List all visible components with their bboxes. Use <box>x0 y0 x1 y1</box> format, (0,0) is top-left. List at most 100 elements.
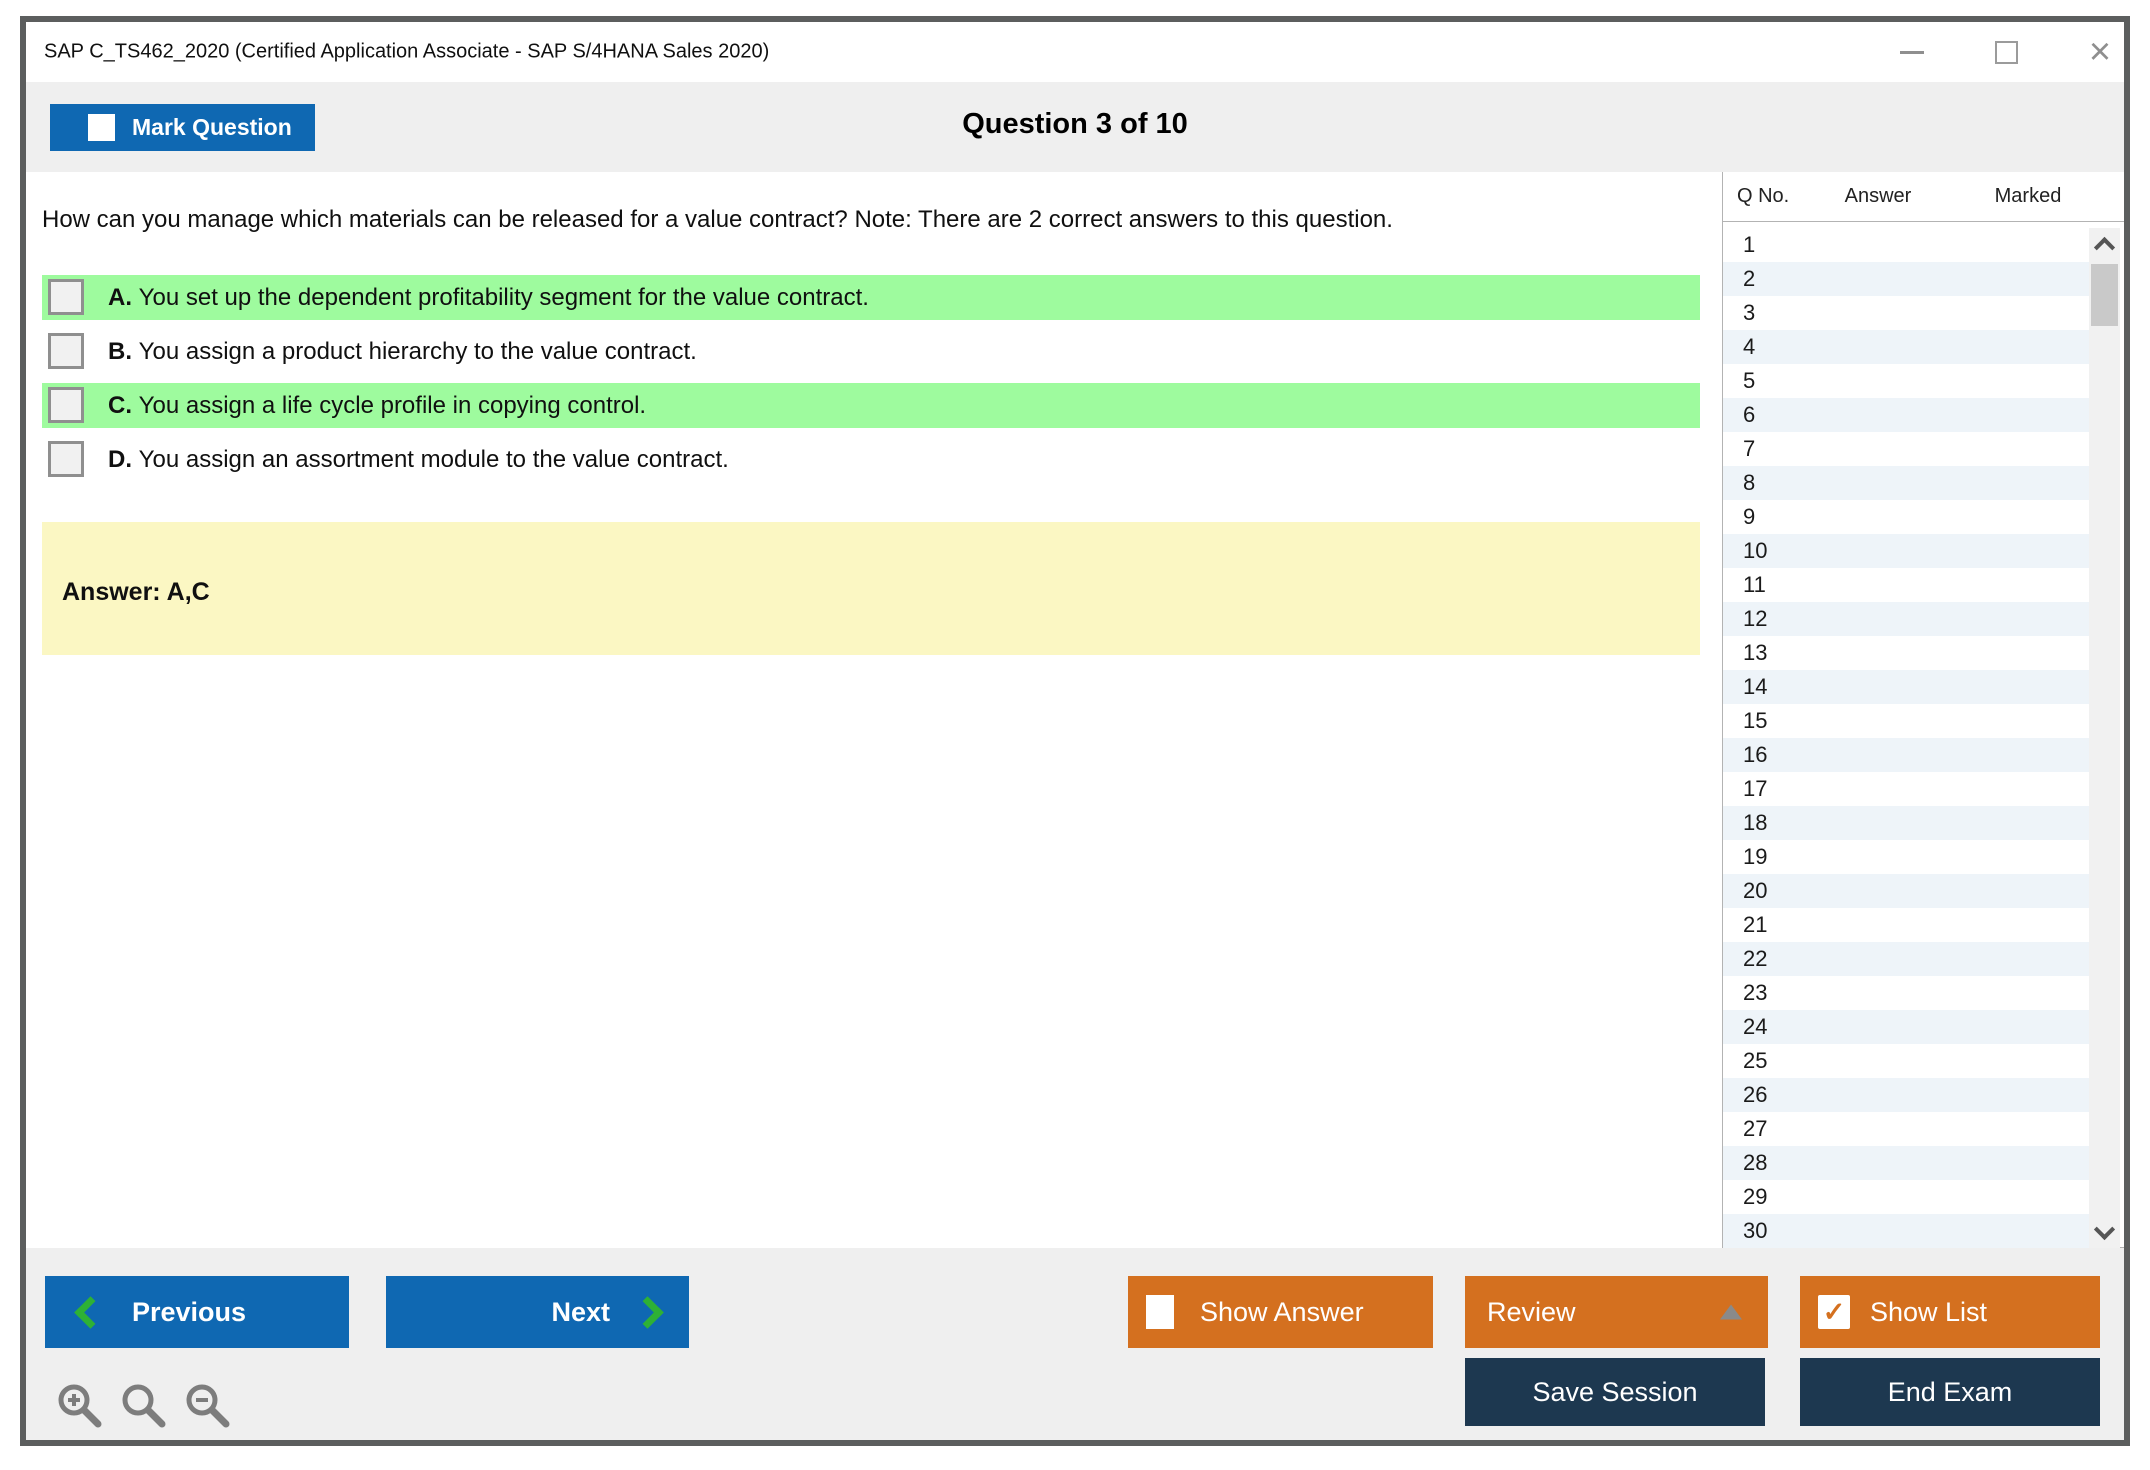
question-list-row[interactable]: 10 <box>1723 534 2089 568</box>
question-list-row[interactable]: 5 <box>1723 364 2089 398</box>
next-label: Next <box>551 1297 610 1328</box>
option-text: A. You set up the dependent profitabilit… <box>108 284 869 312</box>
option-letter: C. <box>108 392 139 419</box>
minimize-button[interactable] <box>1894 30 1930 74</box>
window-controls: × <box>1894 22 2118 82</box>
question-list-row[interactable]: 22 <box>1723 942 2089 976</box>
question-list-row[interactable]: 8 <box>1723 466 2089 500</box>
question-list-header: Q No. Answer Marked <box>1723 172 2124 222</box>
search-icon[interactable] <box>120 1382 168 1430</box>
question-list-row[interactable]: 19 <box>1723 840 2089 874</box>
question-list-row[interactable]: 12 <box>1723 602 2089 636</box>
next-button[interactable]: Next <box>386 1276 689 1348</box>
option-letter: A. <box>108 284 139 311</box>
option-checkbox[interactable] <box>48 441 84 477</box>
option-checkbox[interactable] <box>48 279 84 315</box>
chevron-up-icon <box>2094 236 2115 257</box>
option-row[interactable]: D. You assign an assortment module to th… <box>42 437 1700 482</box>
option-text: C. You assign a life cycle profile in co… <box>108 392 646 420</box>
check-icon: ✓ <box>1823 1297 1846 1328</box>
question-list-row[interactable]: 28 <box>1723 1146 2089 1180</box>
option-text: B. You assign a product hierarchy to the… <box>108 338 697 366</box>
question-list-row[interactable]: 17 <box>1723 772 2089 806</box>
previous-button[interactable]: Previous <box>45 1276 349 1348</box>
question-list-row[interactable]: 4 <box>1723 330 2089 364</box>
previous-label: Previous <box>132 1297 246 1328</box>
option-row[interactable]: B. You assign a product hierarchy to the… <box>42 329 1700 374</box>
review-label: Review <box>1487 1297 1576 1328</box>
zoom-controls <box>56 1382 232 1430</box>
mark-question-label: Mark Question <box>132 114 292 141</box>
option-letter: B. <box>108 338 139 365</box>
question-list-row[interactable]: 21 <box>1723 908 2089 942</box>
answer-box: Answer: A,C <box>42 522 1700 655</box>
option-checkbox[interactable] <box>48 387 84 423</box>
question-list-row[interactable]: 11 <box>1723 568 2089 602</box>
question-list-row[interactable]: 1 <box>1723 228 2089 262</box>
question-list-row[interactable]: 24 <box>1723 1010 2089 1044</box>
question-list-row[interactable]: 3 <box>1723 296 2089 330</box>
show-answer-label: Show Answer <box>1200 1297 1364 1328</box>
question-list-row[interactable]: 25 <box>1723 1044 2089 1078</box>
question-list-row[interactable]: 2 <box>1723 262 2089 296</box>
option-row[interactable]: C. You assign a life cycle profile in co… <box>42 383 1700 428</box>
end-exam-button[interactable]: End Exam <box>1800 1358 2100 1426</box>
mark-question-checkbox[interactable] <box>88 114 115 141</box>
maximize-icon <box>1995 41 2018 64</box>
question-list-scrollbar[interactable] <box>2089 228 2120 1248</box>
question-list-row[interactable]: 18 <box>1723 806 2089 840</box>
question-list-row[interactable]: 15 <box>1723 704 2089 738</box>
question-list-row[interactable]: 16 <box>1723 738 2089 772</box>
scroll-up-button[interactable] <box>2089 228 2120 260</box>
main-content: How can you manage which materials can b… <box>26 172 2124 1248</box>
minimize-icon <box>1900 51 1924 54</box>
maximize-button[interactable] <box>1988 30 2024 74</box>
question-list-row[interactable]: 9 <box>1723 500 2089 534</box>
option-text: D. You assign an assortment module to th… <box>108 446 729 474</box>
question-list-row[interactable]: 29 <box>1723 1180 2089 1214</box>
header-band: Question 3 of 10 Mark Question <box>26 82 2124 172</box>
show-list-button[interactable]: ✓ Show List <box>1800 1276 2100 1348</box>
save-session-label: Save Session <box>1532 1377 1697 1408</box>
question-list-row[interactable]: 27 <box>1723 1112 2089 1146</box>
column-header-qno: Q No. <box>1737 185 1789 208</box>
show-list-checkbox[interactable]: ✓ <box>1818 1295 1850 1329</box>
end-exam-label: End Exam <box>1888 1377 2013 1408</box>
question-list-row[interactable]: 13 <box>1723 636 2089 670</box>
scroll-down-button[interactable] <box>2089 1216 2120 1248</box>
window-title: SAP C_TS462_2020 (Certified Application … <box>44 41 769 64</box>
question-list-row[interactable]: 6 <box>1723 398 2089 432</box>
question-text: How can you manage which materials can b… <box>42 205 1710 235</box>
show-answer-checkbox[interactable] <box>1146 1295 1174 1329</box>
footer-bar: Previous Next Show Answer Review ✓ Show … <box>26 1248 2124 1440</box>
close-button[interactable]: × <box>2082 30 2118 74</box>
option-letter: D. <box>108 446 139 473</box>
question-list-row[interactable]: 23 <box>1723 976 2089 1010</box>
column-header-marked: Marked <box>1968 185 2088 208</box>
question-counter: Question 3 of 10 <box>26 108 2124 141</box>
show-answer-button[interactable]: Show Answer <box>1128 1276 1433 1348</box>
show-list-label: Show List <box>1870 1297 1987 1328</box>
question-list-row[interactable]: 20 <box>1723 874 2089 908</box>
chevron-left-icon <box>74 1296 107 1329</box>
option-checkbox[interactable] <box>48 333 84 369</box>
question-list-row[interactable]: 7 <box>1723 432 2089 466</box>
close-icon: × <box>2089 33 2111 71</box>
exam-window: SAP C_TS462_2020 (Certified Application … <box>20 16 2130 1446</box>
review-button[interactable]: Review <box>1465 1276 1768 1348</box>
scrollbar-thumb[interactable] <box>2091 264 2118 326</box>
question-list-row[interactable]: 30 <box>1723 1214 2089 1248</box>
mark-question-button[interactable]: Mark Question <box>50 104 315 151</box>
save-session-button[interactable]: Save Session <box>1465 1358 1765 1426</box>
zoom-in-icon[interactable] <box>56 1382 104 1430</box>
question-list-rows: 1234567891011121314151617181920212223242… <box>1723 228 2089 1248</box>
column-header-answer: Answer <box>1823 185 1933 208</box>
zoom-out-icon[interactable] <box>184 1382 232 1430</box>
question-list-panel: Q No. Answer Marked 12345678910111213141… <box>1722 172 2124 1248</box>
titlebar: SAP C_TS462_2020 (Certified Application … <box>26 22 2124 82</box>
question-list-row[interactable]: 26 <box>1723 1078 2089 1112</box>
question-list-row[interactable]: 14 <box>1723 670 2089 704</box>
triangle-up-icon <box>1720 1305 1742 1320</box>
option-row[interactable]: A. You set up the dependent profitabilit… <box>42 275 1700 320</box>
answer-text: Answer: A,C <box>62 578 210 607</box>
